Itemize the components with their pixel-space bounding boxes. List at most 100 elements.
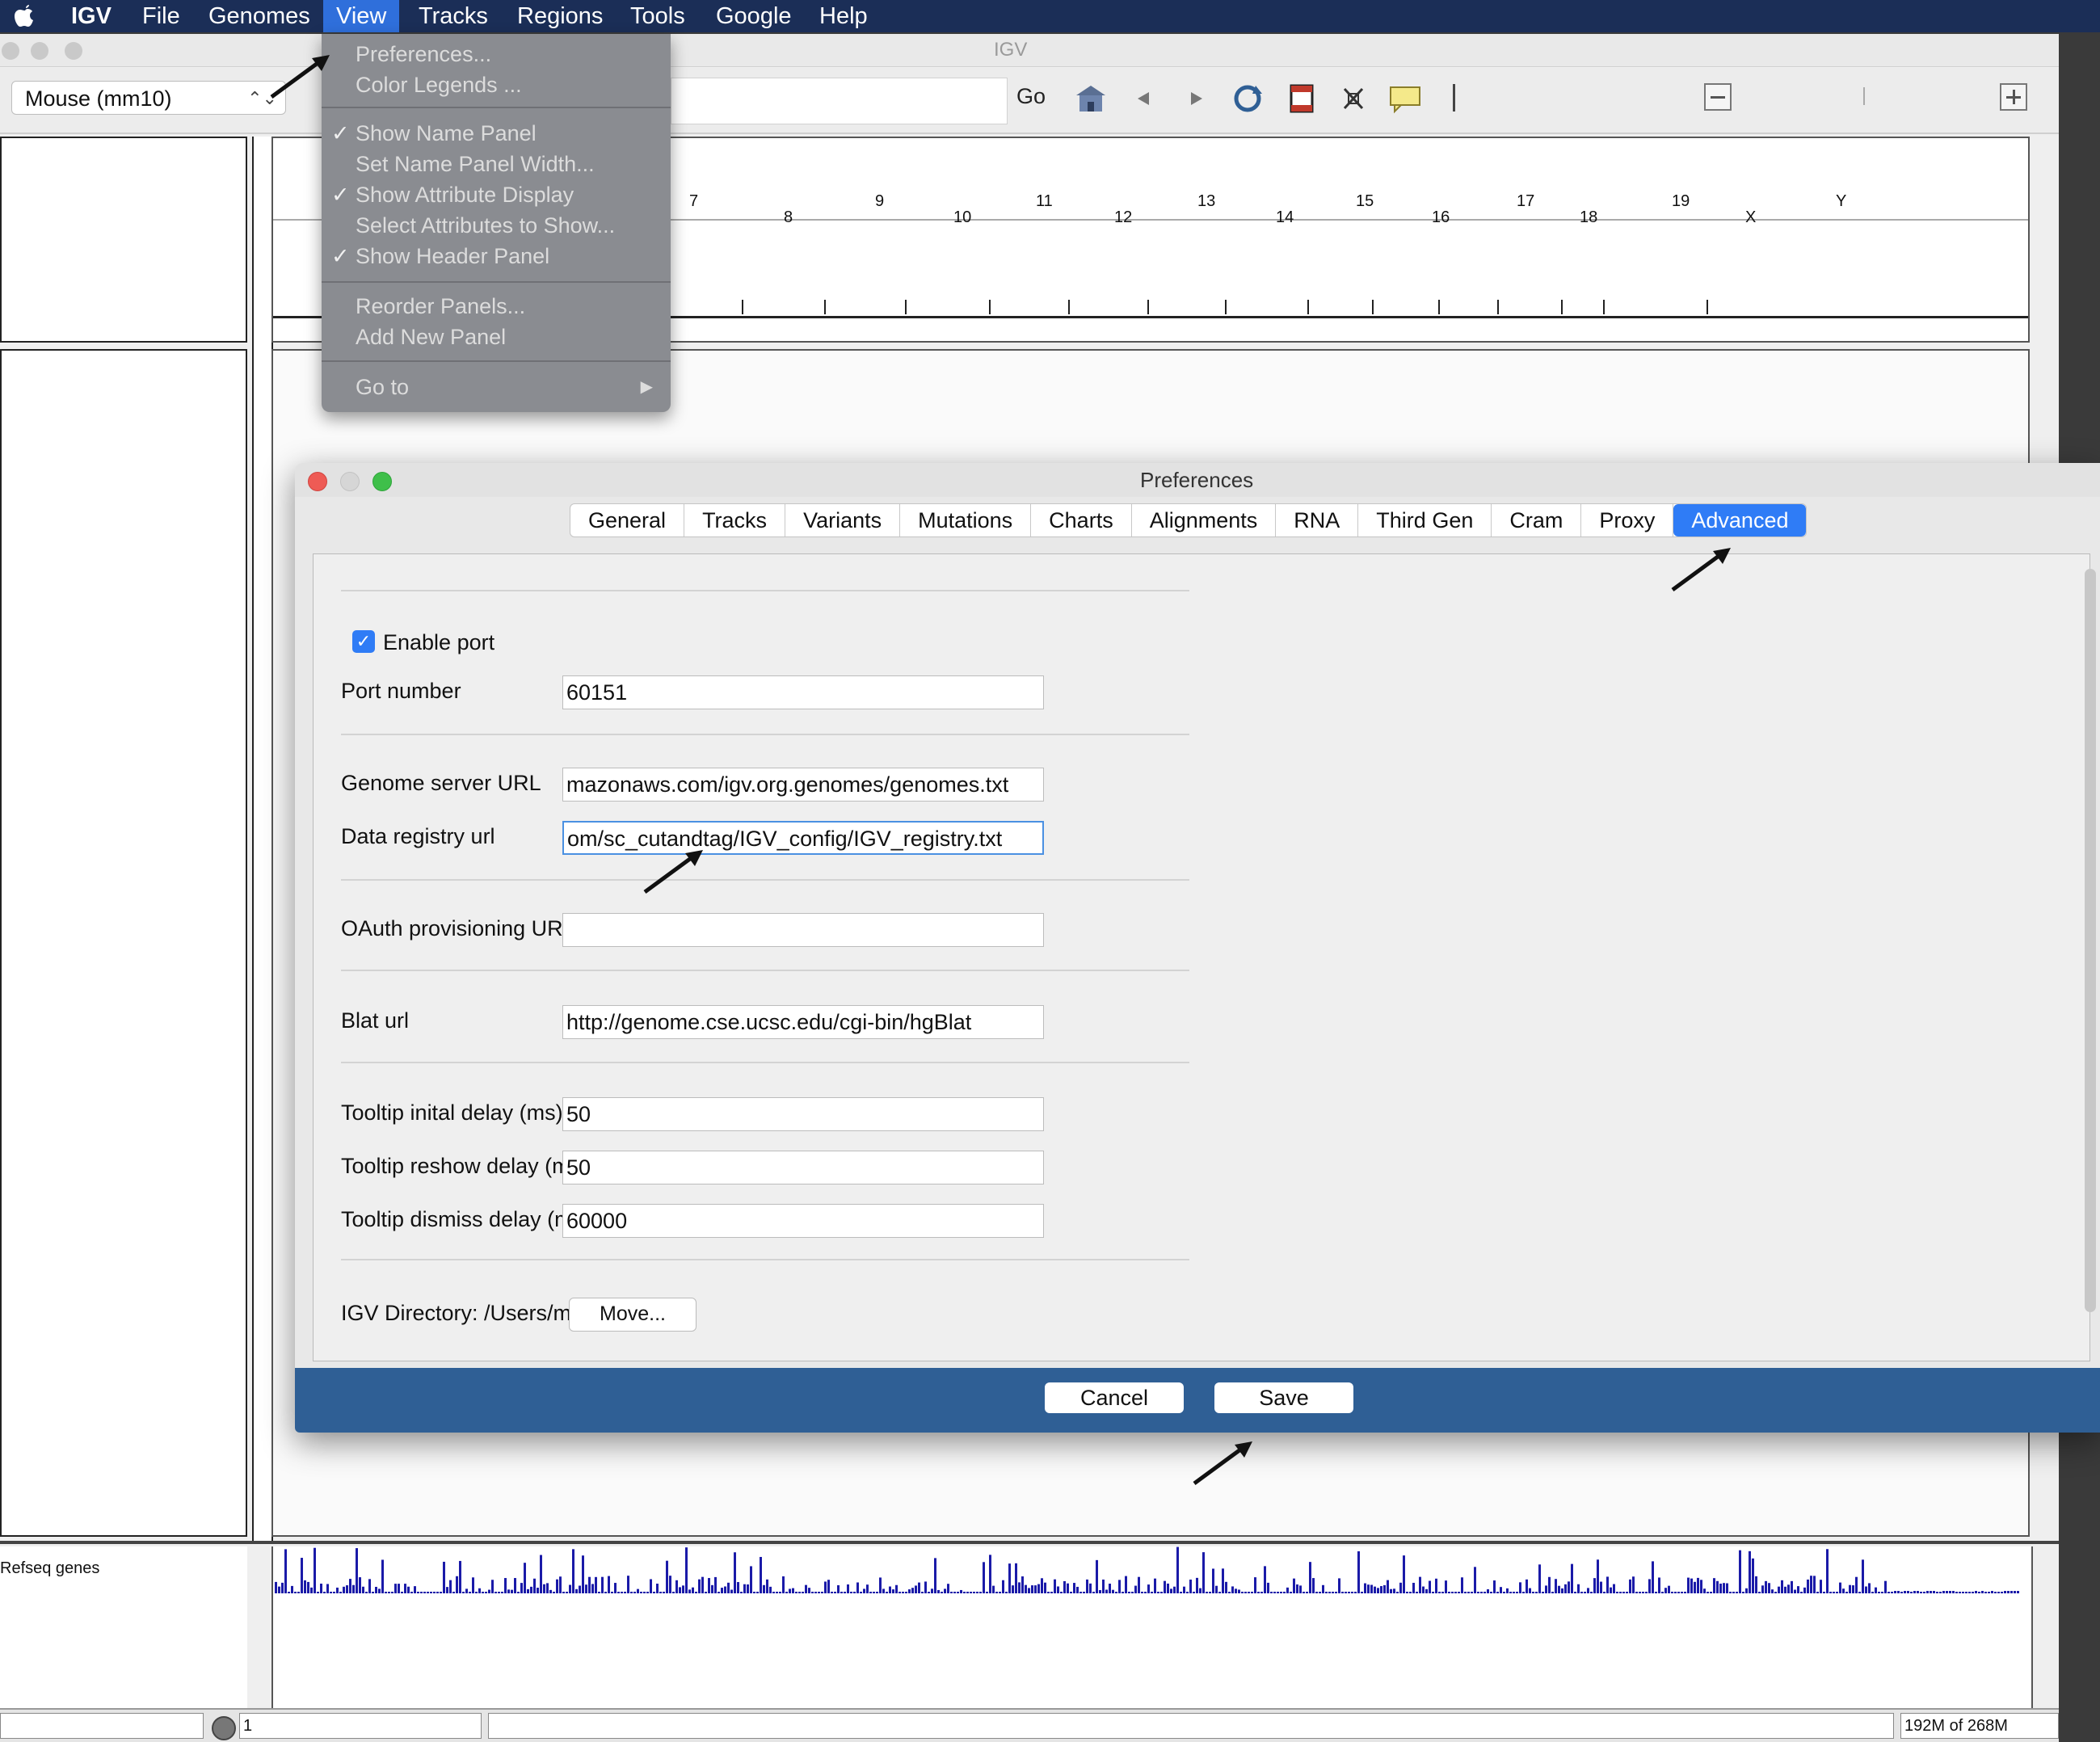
chromosome-label[interactable]: 15 xyxy=(1356,192,1374,211)
gene-density-bar xyxy=(805,1584,807,1593)
tooltip-initial-delay-input[interactable]: 50 xyxy=(562,1097,1044,1131)
go-button[interactable]: Go xyxy=(1016,84,1046,109)
locus-search-input[interactable] xyxy=(671,78,1008,124)
dialog-close-button[interactable] xyxy=(308,472,327,491)
chromosome-label[interactable]: 13 xyxy=(1197,192,1215,211)
tab-alignments[interactable]: Alignments xyxy=(1132,504,1277,536)
menu-file[interactable]: File xyxy=(129,0,193,32)
ruler-toggle-icon[interactable] xyxy=(1453,84,1455,112)
dialog-zoom-button[interactable] xyxy=(372,472,392,491)
menu-item-reorder-panels[interactable]: Reorder Panels... xyxy=(322,291,671,322)
menu-item-set-name-panel-width[interactable]: Set Name Panel Width... xyxy=(322,149,671,179)
vertical-scrollbar[interactable] xyxy=(2085,569,2096,1312)
menu-item-select-attributes[interactable]: Select Attributes to Show... xyxy=(322,210,671,241)
chromosome-label[interactable]: 18 xyxy=(1580,208,1597,227)
zoom-out-icon[interactable] xyxy=(1703,82,1732,112)
tooltip-dismiss-delay-input[interactable]: 60000 xyxy=(562,1204,1044,1238)
chromosome-label[interactable]: 11 xyxy=(1036,192,1053,211)
menu-item-show-header-panel[interactable]: ✓ Show Header Panel xyxy=(322,241,671,271)
refseq-genes-track[interactable] xyxy=(273,1546,2028,1708)
chromosome-label[interactable]: 8 xyxy=(784,208,793,227)
menu-item-color-legends[interactable]: Color Legends ... xyxy=(322,69,671,100)
chromosome-label[interactable]: 17 xyxy=(1517,192,1534,211)
window-close-button[interactable] xyxy=(2,42,19,60)
gene-density-bar xyxy=(314,1547,316,1593)
tab-proxy[interactable]: Proxy xyxy=(1581,504,1674,536)
chromosome-label[interactable]: Y xyxy=(1836,192,1846,211)
gene-density-bar xyxy=(844,1592,846,1593)
tab-general[interactable]: General xyxy=(570,504,685,536)
menu-regions[interactable]: Regions xyxy=(504,0,616,32)
menu-item-go-to[interactable]: Go to ▶ xyxy=(322,372,671,402)
tab-cram[interactable]: Cram xyxy=(1492,504,1582,536)
gene-density-bar xyxy=(692,1587,694,1593)
gene-density-bar xyxy=(601,1576,604,1593)
tooltip-reshow-delay-input[interactable]: 50 xyxy=(562,1151,1044,1184)
gene-density-bar xyxy=(1823,1592,1825,1593)
resize-to-window-icon[interactable] xyxy=(1340,82,1367,115)
menu-google[interactable]: Google xyxy=(703,0,805,32)
chromosome-label[interactable]: 10 xyxy=(953,208,971,227)
dialog-minimize-button[interactable] xyxy=(340,472,360,491)
menu-tracks[interactable]: Tracks xyxy=(406,0,501,32)
gene-density-bar xyxy=(333,1592,335,1593)
ruler-tick xyxy=(905,300,907,314)
window-minimize-button[interactable] xyxy=(31,42,48,60)
gene-density-bar xyxy=(1254,1577,1256,1593)
tab-third-gen[interactable]: Third Gen xyxy=(1358,504,1492,536)
menu-genomes[interactable]: Genomes xyxy=(196,0,323,32)
chromosome-label[interactable]: 7 xyxy=(689,192,698,211)
tab-variants[interactable]: Variants xyxy=(785,504,901,536)
tab-mutations[interactable]: Mutations xyxy=(900,504,1032,536)
chromosome-label[interactable]: X xyxy=(1745,208,1756,227)
chromosome-label[interactable]: 16 xyxy=(1432,208,1450,227)
cancel-button[interactable]: Cancel xyxy=(1045,1382,1184,1413)
home-icon[interactable] xyxy=(1073,82,1109,115)
back-arrow-icon[interactable] xyxy=(1134,89,1152,108)
zoom-slider-track[interactable] xyxy=(1863,87,1865,105)
genome-dropdown[interactable]: Mouse (mm10) ⌃⌄ xyxy=(11,81,286,115)
tab-charts[interactable]: Charts xyxy=(1031,504,1132,536)
port-number-input[interactable]: 60151 xyxy=(562,675,1044,709)
menu-help[interactable]: Help xyxy=(806,0,881,32)
menu-tools[interactable]: Tools xyxy=(617,0,698,32)
gene-density-bar xyxy=(1732,1592,1735,1593)
apple-icon[interactable] xyxy=(11,3,39,29)
chromosome-label[interactable]: 14 xyxy=(1276,208,1294,227)
refresh-icon[interactable] xyxy=(1230,82,1265,115)
move-directory-button[interactable]: Move... xyxy=(569,1298,696,1332)
tab-advanced[interactable]: Advanced xyxy=(1673,504,1807,536)
tab-tracks[interactable]: Tracks xyxy=(684,504,786,536)
genome-server-input[interactable]: mazonaws.com/igv.org.genomes/genomes.txt xyxy=(562,768,1044,802)
menu-item-show-name-panel[interactable]: ✓ Show Name Panel xyxy=(322,118,671,149)
menubar-app-name[interactable]: IGV xyxy=(58,0,124,32)
menu-view[interactable]: View xyxy=(323,0,400,32)
gene-density-bar xyxy=(1471,1592,1473,1593)
panel-divider[interactable] xyxy=(0,1541,2059,1544)
gene-density-bar xyxy=(1516,1592,1518,1593)
menu-item-add-new-panel[interactable]: Add New Panel xyxy=(322,322,671,352)
chromosome-label[interactable]: 12 xyxy=(1114,208,1132,227)
menu-item-show-attribute-display[interactable]: ✓ Show Attribute Display xyxy=(322,179,671,210)
save-button[interactable]: Save xyxy=(1214,1382,1353,1413)
popup-info-icon[interactable] xyxy=(1388,82,1422,115)
gene-density-bar xyxy=(970,1592,972,1593)
gene-density-bar xyxy=(701,1576,704,1593)
window-zoom-button[interactable] xyxy=(65,42,82,60)
tooltip-dismiss-delay-label: Tooltip dismiss delay (ms) xyxy=(341,1207,591,1231)
menu-item-preferences[interactable]: Preferences... xyxy=(322,39,671,69)
chromosome-label[interactable]: 9 xyxy=(875,192,884,211)
data-registry-input[interactable]: om/sc_cutandtag/IGV_config/IGV_registry.… xyxy=(562,821,1044,855)
gene-density-bar xyxy=(1800,1592,1803,1593)
enable-port-checkbox[interactable]: ✓ xyxy=(352,630,375,653)
chromosome-label[interactable]: 19 xyxy=(1672,192,1690,211)
tab-rna[interactable]: RNA xyxy=(1276,504,1359,536)
blat-url-input[interactable]: http://genome.cse.ucsc.edu/cgi-bin/hgBla… xyxy=(562,1005,1044,1039)
blat-url-label: Blat url xyxy=(341,1008,410,1033)
oauth-url-input[interactable] xyxy=(562,913,1044,947)
zoom-in-icon[interactable] xyxy=(1999,82,2028,112)
region-navigator-icon[interactable] xyxy=(1288,82,1315,115)
refseq-track-label[interactable]: Refseq genes xyxy=(0,1559,99,1578)
gene-density-bar xyxy=(1034,1585,1037,1593)
forward-arrow-icon[interactable] xyxy=(1188,89,1206,108)
